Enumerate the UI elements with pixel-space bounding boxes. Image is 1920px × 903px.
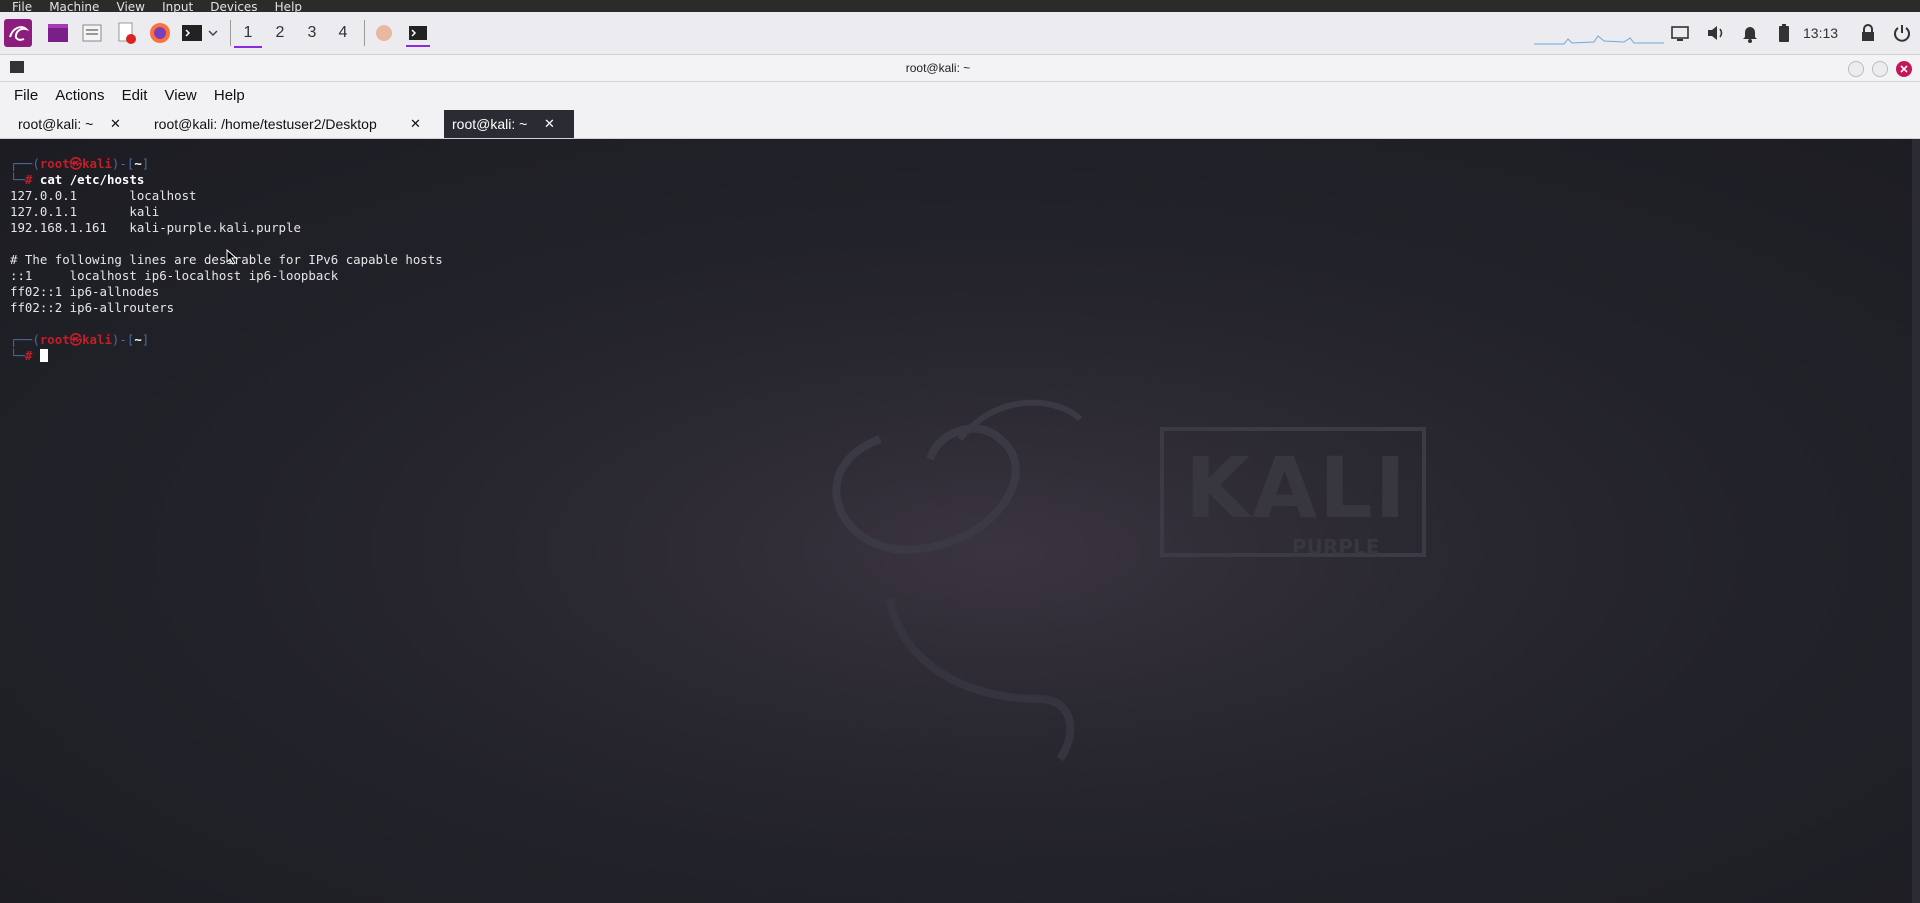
notifications-icon[interactable] [1738, 21, 1762, 45]
vm-menu-file[interactable]: File [12, 1, 32, 12]
workspace-4[interactable]: 4 [329, 20, 357, 46]
maximize-button[interactable] [1872, 61, 1888, 77]
prompt-dir: ~ [134, 332, 142, 347]
output-line: ff02::2 ip6-allrouters [10, 300, 175, 315]
command-line: └─# cat /etc/hosts [10, 172, 145, 187]
power-icon[interactable] [1890, 21, 1914, 45]
output-line: ::1 localhost ip6-localhost ip6-loopback [10, 268, 339, 283]
menu-view[interactable]: View [159, 82, 203, 110]
tab-close-icon[interactable]: ✕ [544, 110, 555, 138]
wallpaper-logo-subtext: PURPLE [1292, 535, 1380, 559]
prompt-user: root㉿kali [39, 156, 112, 171]
minimize-button[interactable] [1848, 61, 1864, 77]
tab-close-icon[interactable]: ✕ [410, 110, 421, 138]
network-icon[interactable] [1668, 21, 1692, 45]
vm-menu-view[interactable]: View [117, 1, 145, 12]
prompt-line: ┌──(root㉿kali)-[~] [10, 332, 150, 347]
wallpaper-logo-text: KALI [1185, 439, 1408, 537]
tab-root-home-1[interactable]: root@kali: ~ ✕ [10, 110, 134, 138]
prompt-hash: # [24, 172, 33, 187]
tab-root-desktop[interactable]: root@kali: /home/testuser2/Desktop ✕ [146, 110, 436, 138]
lock-icon[interactable] [1856, 21, 1880, 45]
menu-file[interactable]: File [8, 82, 44, 110]
prompt-dir: ~ [134, 156, 142, 171]
vm-menu-help[interactable]: Help [275, 1, 302, 12]
prompt-user: root㉿kali [39, 332, 112, 347]
terminal-scrollbar[interactable] [1912, 139, 1920, 903]
vm-menu-machine[interactable]: Machine [49, 1, 99, 12]
tab-label: root@kali: ~ [452, 116, 528, 132]
output-line: 192.168.1.161 kali-purple.kali.purple [10, 220, 301, 235]
cpu-graph [1534, 21, 1664, 45]
workspace-3[interactable]: 3 [298, 20, 326, 46]
menu-actions[interactable]: Actions [49, 82, 110, 110]
vm-menu-devices[interactable]: Devices [210, 1, 257, 12]
prompt-line: ┌──(root㉿kali)-[~] [10, 156, 150, 171]
workspace-1[interactable]: 1 [234, 20, 262, 48]
tab-bar: root@kali: ~ ✕ root@kali: /home/testuser… [0, 110, 1920, 139]
text-cursor [39, 349, 48, 362]
vm-menu-input[interactable]: Input [162, 1, 193, 12]
close-button[interactable] [1896, 61, 1912, 77]
terminal-view[interactable]: KALI PURPLE ┌──(root㉿kali)-[~] └─# cat /… [0, 139, 1920, 903]
tab-close-icon[interactable]: ✕ [110, 110, 121, 138]
terminal-app-icon[interactable] [46, 21, 70, 45]
battery-icon[interactable] [1772, 21, 1796, 45]
chevron-down-icon[interactable] [206, 21, 220, 45]
mouse-pointer-icon [226, 248, 238, 269]
menu-help[interactable]: Help [208, 82, 251, 110]
output-line: ff02::1 ip6-allnodes [10, 284, 160, 299]
kali-menu-icon[interactable] [4, 19, 32, 47]
firefox-icon[interactable] [148, 21, 172, 45]
panel-separator [364, 20, 365, 46]
window-menubar: File Actions Edit View Help [0, 82, 1920, 110]
volume-icon[interactable] [1704, 21, 1728, 45]
terminal-window-icon[interactable] [406, 21, 430, 47]
tab-label: root@kali: /home/testuser2/Desktop [154, 116, 377, 132]
firefox-window-icon[interactable] [372, 21, 396, 45]
clock[interactable]: 13:13 [1803, 22, 1838, 44]
tab-root-home-2[interactable]: root@kali: ~ ✕ [444, 110, 574, 138]
menu-edit[interactable]: Edit [116, 82, 154, 110]
top-panel: 1 2 3 4 13:13 [0, 12, 1920, 55]
output-line: 127.0.0.1 localhost [10, 188, 197, 203]
text-editor-icon[interactable] [114, 21, 138, 45]
vm-menubar: File Machine View Input Devices Help [0, 0, 1920, 12]
files-icon[interactable] [80, 21, 104, 45]
input-line[interactable]: └─# [10, 348, 48, 363]
prompt-hash: # [24, 348, 33, 363]
tab-label: root@kali: ~ [18, 116, 94, 132]
terminal-icon[interactable] [180, 21, 204, 45]
window-titlebar[interactable]: root@kali: ~ [0, 55, 1920, 82]
panel-separator [230, 20, 231, 46]
output-line: 127.0.1.1 kali [10, 204, 160, 219]
window-title: root@kali: ~ [905, 61, 971, 75]
command-text: cat /etc/hosts [39, 172, 145, 187]
workspace-2[interactable]: 2 [266, 20, 294, 46]
